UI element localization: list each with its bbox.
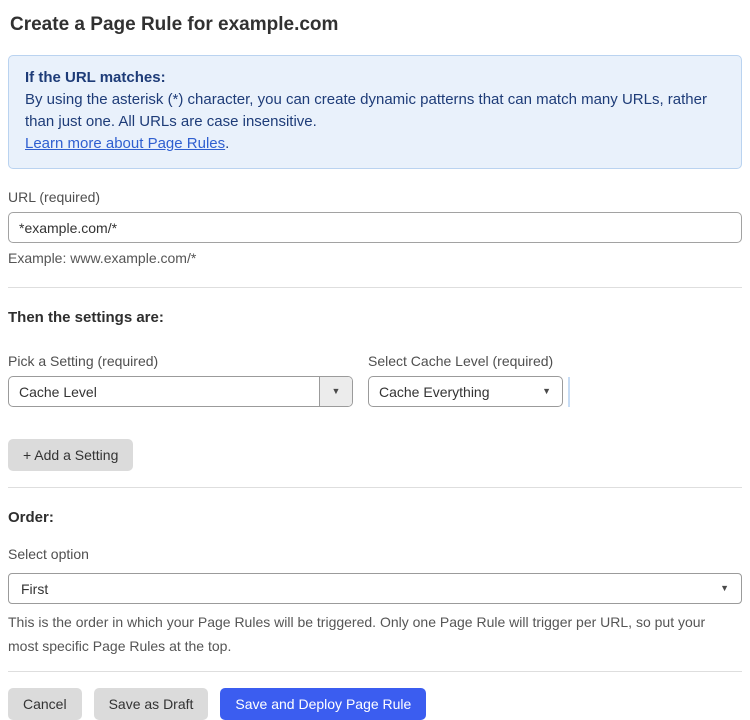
save-draft-button[interactable]: Save as Draft — [93, 688, 209, 720]
cache-level-select[interactable]: Cache Everything ▼ — [368, 376, 563, 407]
settings-row: Pick a Setting (required) Cache Level ▼ … — [8, 353, 742, 407]
setting-picker-value: Cache Level — [19, 383, 97, 400]
url-example-text: Example: www.example.com/* — [8, 250, 197, 266]
order-select-label: Select option — [8, 546, 89, 562]
order-section-heading: Order: — [8, 509, 54, 526]
url-field-label: URL (required) — [8, 189, 101, 205]
caret-down-icon: ▼ — [319, 377, 352, 406]
url-input[interactable] — [8, 212, 742, 243]
link-suffix: . — [225, 135, 230, 152]
setting-picker-group: Pick a Setting (required) Cache Level ▼ — [8, 353, 353, 407]
info-box-link-line: Learn more about Page Rules. — [25, 133, 725, 155]
learn-more-link[interactable]: Learn more about Page Rules — [25, 135, 225, 152]
info-box-body: By using the asterisk (*) character, you… — [25, 91, 707, 130]
caret-down-icon: ▼ — [720, 583, 729, 593]
section-divider — [8, 671, 742, 672]
page-title: Create a Page Rule for example.com — [10, 14, 339, 35]
cache-level-label: Select Cache Level (required) — [368, 353, 554, 369]
order-select-value: First — [21, 580, 49, 597]
cache-level-group: Select Cache Level (required) Cache Ever… — [368, 353, 563, 407]
order-select[interactable]: First ▼ — [8, 573, 742, 604]
save-deploy-button[interactable]: Save and Deploy Page Rule — [220, 688, 427, 720]
cancel-button[interactable]: Cancel — [8, 688, 82, 720]
info-box-heading: If the URL matches: — [25, 69, 166, 86]
setting-picker-select[interactable]: Cache Level ▼ — [8, 376, 353, 407]
add-setting-button[interactable]: + Add a Setting — [8, 439, 134, 471]
form-actions: Cancel Save as Draft Save and Deploy Pag… — [8, 688, 742, 720]
url-match-info-box: If the URL matches: By using the asteris… — [8, 55, 742, 169]
order-help-text: This is the order in which your Page Rul… — [8, 614, 706, 654]
section-divider — [8, 487, 742, 488]
cache-level-value: Cache Everything — [379, 383, 490, 400]
settings-section-heading: Then the settings are: — [8, 309, 164, 326]
caret-down-icon: ▼ — [542, 386, 551, 396]
focus-cursor-divider — [568, 377, 570, 407]
section-divider — [8, 287, 742, 288]
page-rule-form: Create a Page Rule for example.com If th… — [0, 0, 750, 720]
setting-picker-label: Pick a Setting (required) — [8, 353, 159, 369]
